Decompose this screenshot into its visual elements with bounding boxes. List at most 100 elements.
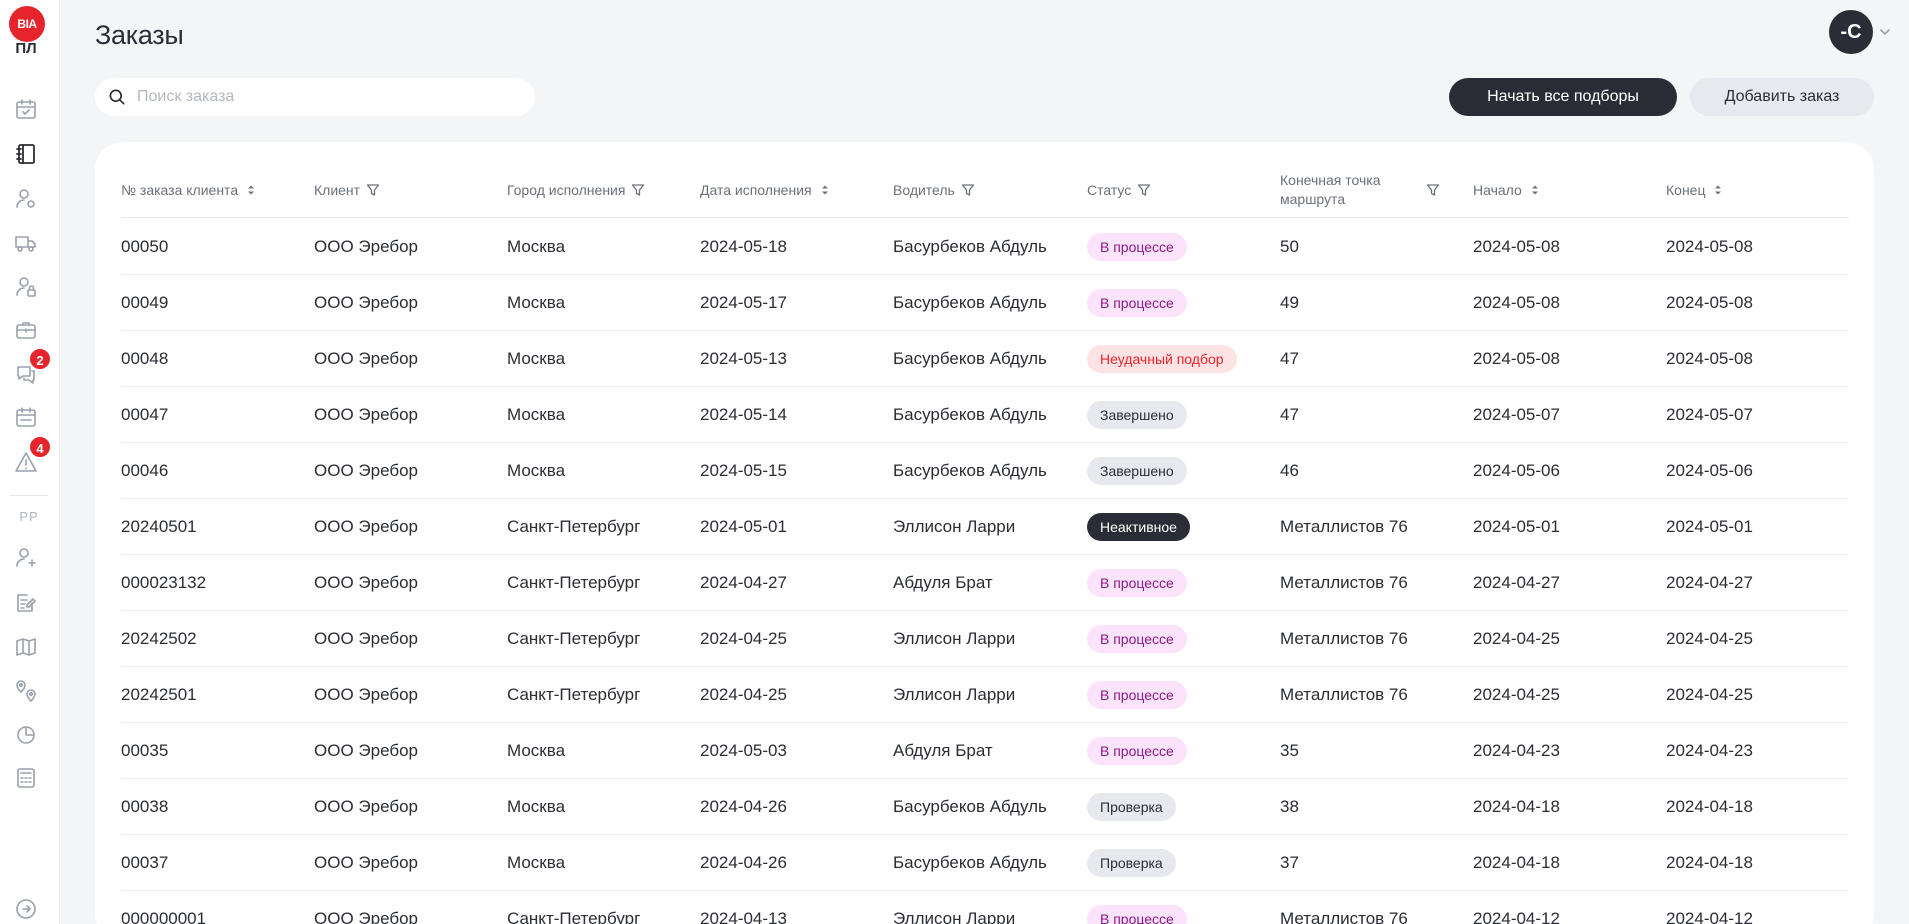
add-order-button[interactable]: Добавить заказ xyxy=(1690,78,1874,116)
table-row[interactable]: 00038 ООО Эребор Москва 2024-04-26 Басурбеко… xyxy=(121,779,1849,835)
chevron-down-icon[interactable] xyxy=(1878,25,1892,39)
logout-icon[interactable] xyxy=(13,896,39,922)
cell-driver: Басурбеков Абдуль xyxy=(893,349,1047,368)
cell-start: 2024-04-25 xyxy=(1473,629,1560,648)
filter-icon[interactable] xyxy=(961,183,975,197)
map-icon[interactable] xyxy=(13,634,39,660)
cell-start: 2024-05-08 xyxy=(1473,237,1560,256)
cell-client: ООО Эребор xyxy=(314,405,418,424)
cell-order: 00037 xyxy=(121,853,169,872)
filter-icon[interactable] xyxy=(1137,183,1151,197)
column-label: Начало xyxy=(1473,182,1522,198)
table-row[interactable]: 00037 ООО Эребор Москва 2024-04-26 Басурбеко… xyxy=(121,835,1849,891)
cell-endpoint: 50 xyxy=(1280,237,1299,256)
column-header-order[interactable]: № заказа клиента xyxy=(121,162,258,218)
column-header-end[interactable]: Конец xyxy=(1666,162,1725,218)
user-settings-icon[interactable] xyxy=(13,186,39,212)
start-all-button[interactable]: Начать все подборы xyxy=(1449,78,1677,116)
edit-list-icon[interactable] xyxy=(13,590,39,616)
cell-start: 2024-05-06 xyxy=(1473,461,1560,480)
sort-icon[interactable] xyxy=(818,183,832,197)
search-input[interactable] xyxy=(137,88,517,106)
user-add-icon[interactable] xyxy=(13,545,39,571)
sort-icon[interactable] xyxy=(244,183,258,197)
cell-end: 2024-05-08 xyxy=(1666,293,1753,312)
route-pin-icon[interactable] xyxy=(13,679,39,705)
table-row[interactable]: 00049 ООО Эребор Москва 2024-05-17 Басурбеко… xyxy=(121,275,1849,331)
cell-status: Завершено xyxy=(1087,443,1187,499)
cell-client: ООО Эребор xyxy=(314,629,418,648)
table-row[interactable]: 00048 ООО Эребор Москва 2024-05-13 Басурбеко… xyxy=(121,331,1849,387)
user-lock-icon[interactable] xyxy=(13,274,39,300)
column-header-driver[interactable]: Водитель xyxy=(893,162,975,218)
cell-driver: Басурбеков Абдуль xyxy=(893,237,1047,256)
column-header-status[interactable]: Статус xyxy=(1087,162,1151,218)
cell-end: 2024-04-18 xyxy=(1666,797,1753,816)
cell-driver: Басурбеков Абдуль xyxy=(893,853,1047,872)
cell-driver: Абдуля Брат xyxy=(893,573,993,592)
cell-status: Неудачный подбор xyxy=(1087,331,1237,387)
avatar[interactable]: -С xyxy=(1829,10,1873,54)
truck-icon[interactable] xyxy=(13,230,39,256)
filter-icon[interactable] xyxy=(366,183,380,197)
cell-order: 000023132 xyxy=(121,573,207,592)
cell-client: ООО Эребор xyxy=(314,461,418,480)
cell-city: Санкт-Петербург xyxy=(507,573,641,592)
cell-status: В процессе xyxy=(1087,667,1187,723)
column-label: № заказа клиента xyxy=(121,182,239,198)
cell-driver: Басурбеков Абдуль xyxy=(893,461,1047,480)
cell-city: Москва xyxy=(507,741,566,760)
cell-start: 2024-05-07 xyxy=(1473,405,1560,424)
sort-icon[interactable] xyxy=(1528,183,1542,197)
cell-order: 00035 xyxy=(121,741,169,760)
briefcase-icon[interactable] xyxy=(13,317,39,343)
calculator-icon[interactable] xyxy=(13,765,39,791)
cell-client: ООО Эребор xyxy=(314,853,418,872)
cell-city: Санкт-Петербург xyxy=(507,685,641,704)
column-header-start[interactable]: Начало xyxy=(1473,162,1542,218)
app-logo[interactable]: BIA xyxy=(9,6,45,42)
cell-order: 00048 xyxy=(121,349,169,368)
calendar-check-icon[interactable] xyxy=(13,96,39,122)
cell-end: 2024-05-01 xyxy=(1666,517,1753,536)
sort-icon[interactable] xyxy=(1711,183,1725,197)
column-label: Водитель xyxy=(893,182,955,198)
table-row[interactable]: 00035 ООО Эребор Москва 2024-05-03 Абдуля Бр… xyxy=(121,723,1849,779)
column-header-client[interactable]: Клиент xyxy=(314,162,380,218)
cell-endpoint: Металлистов 76 xyxy=(1280,517,1408,536)
calendar-list-icon[interactable] xyxy=(13,404,39,430)
table-row[interactable]: 000000001 ООО Эребор Санкт-Петербург 2024-0… xyxy=(121,891,1849,924)
cell-endpoint: 38 xyxy=(1280,797,1299,816)
status-badge: Проверка xyxy=(1087,793,1176,821)
cell-start: 2024-04-18 xyxy=(1473,797,1560,816)
cell-city: Санкт-Петербург xyxy=(507,517,641,536)
column-label: Конечная точка маршрута xyxy=(1280,172,1381,207)
cell-date: 2024-04-25 xyxy=(700,629,787,648)
status-badge: В процессе xyxy=(1087,905,1187,924)
table-row[interactable]: 20242502 ООО Эребор Санкт-Петербург 2024-04… xyxy=(121,611,1849,667)
column-header-endpoint[interactable]: Конечная точка маршрута xyxy=(1280,162,1440,218)
cell-start: 2024-04-18 xyxy=(1473,853,1560,872)
table-row[interactable]: 00047 ООО Эребор Москва 2024-05-14 Басурбеко… xyxy=(121,387,1849,443)
table-row[interactable]: 20242501 ООО Эребор Санкт-Петербург 2024-04… xyxy=(121,667,1849,723)
filter-icon[interactable] xyxy=(631,183,645,197)
orders-table: № заказа клиента Клиент Город исполнения Да… xyxy=(95,142,1874,924)
table-row[interactable]: 00046 ООО Эребор Москва 2024-05-15 Басурбеко… xyxy=(121,443,1849,499)
table-row[interactable]: 20240501 ООО Эребор Санкт-Петербург 2024-05… xyxy=(121,499,1849,555)
column-header-date[interactable]: Дата исполнения xyxy=(700,162,832,218)
cell-order: 00046 xyxy=(121,461,169,480)
cell-driver: Абдуля Брат xyxy=(893,741,993,760)
cell-order: 00038 xyxy=(121,797,169,816)
sidebar-section-label: РР xyxy=(19,509,39,524)
table-row[interactable]: 000023132 ООО Эребор Санкт-Петербург 2024-0… xyxy=(121,555,1849,611)
cell-endpoint: 37 xyxy=(1280,853,1299,872)
column-header-city[interactable]: Город исполнения xyxy=(507,162,645,218)
cell-city: Москва xyxy=(507,237,566,256)
cell-start: 2024-05-08 xyxy=(1473,293,1560,312)
filter-icon[interactable] xyxy=(1426,183,1440,197)
notebook-icon[interactable] xyxy=(13,141,39,167)
cell-status: В процессе xyxy=(1087,219,1187,275)
cell-city: Санкт-Петербург xyxy=(507,909,641,924)
table-row[interactable]: 00050 ООО Эребор Москва 2024-05-18 Басурбеко… xyxy=(121,219,1849,275)
pie-chart-icon[interactable] xyxy=(13,721,39,747)
